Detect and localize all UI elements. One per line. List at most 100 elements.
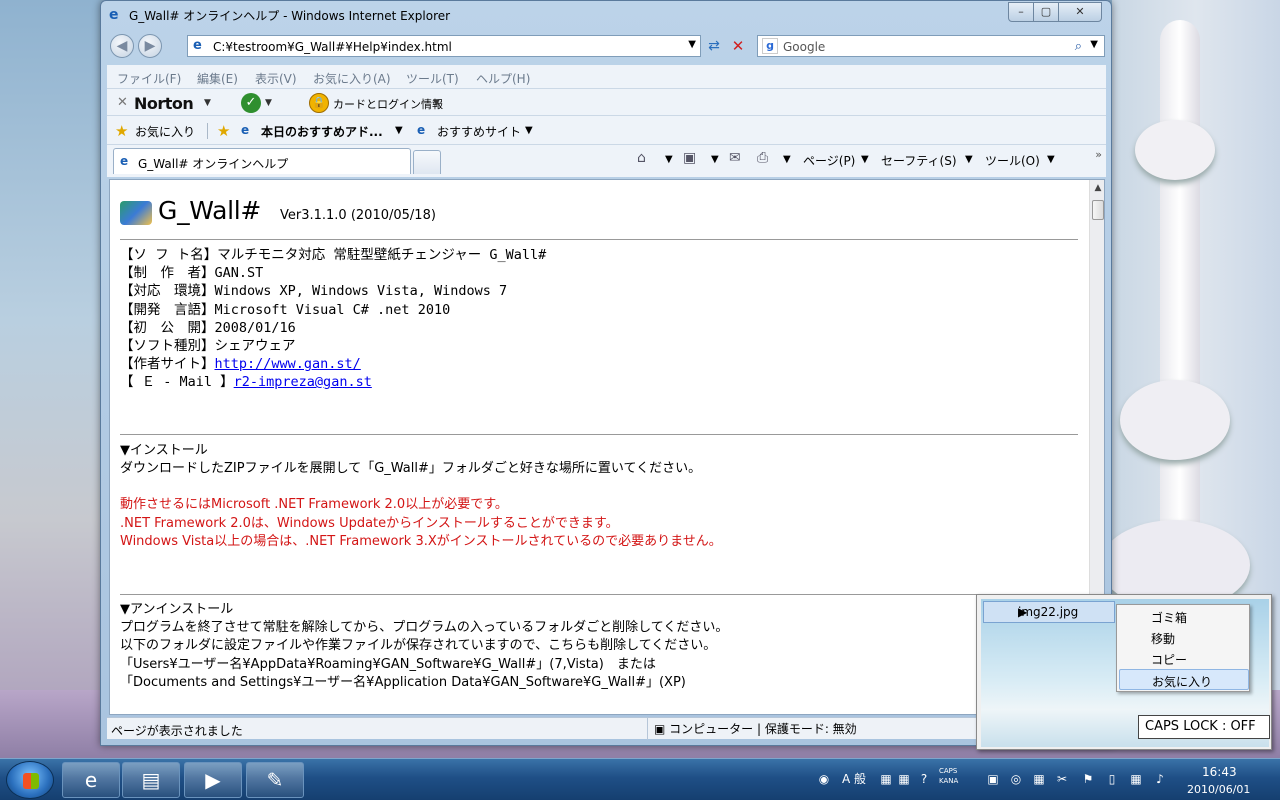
forward-button[interactable]: ▶ [138, 34, 162, 58]
taskbar-ie[interactable]: e [62, 762, 120, 798]
chevron-down-icon[interactable]: ▼ [783, 154, 791, 165]
favorites-bar: ★ お気に入り ★ e 本日のおすすめアド... ▼ e おすすめサイト ▼ [107, 117, 1106, 145]
lock-icon[interactable]: 🔒 [309, 93, 329, 113]
home-icon[interactable]: ⌂ [637, 150, 646, 166]
tray-app-icon[interactable]: ◎ [1008, 771, 1024, 787]
tab-help[interactable]: e G_Wall# オンラインヘルプ [113, 148, 411, 174]
tray-app-icon[interactable]: ▯ [1104, 771, 1120, 787]
menu-file[interactable]: ファイル(F) [117, 70, 181, 87]
mail-icon[interactable]: ✉ [729, 150, 741, 166]
window-title: G_Wall# オンラインヘルプ - Windows Internet Expl… [129, 9, 451, 23]
chevron-down-icon[interactable]: ▼ [525, 125, 533, 136]
favorites-star-icon[interactable]: ★ [115, 122, 128, 140]
chevron-down-icon[interactable]: ▼ [965, 154, 973, 165]
uninstall-section: ▼アンインストール プログラムを終了させて常駐を解除してから、プログラムの入って… [120, 601, 728, 692]
tray-app-icon[interactable]: ✂ [1054, 771, 1070, 787]
favorites-button[interactable]: お気に入り [135, 123, 195, 140]
favorite-link-addon[interactable]: 本日のおすすめアド... [261, 123, 383, 140]
clock-time[interactable]: 16:43 [1202, 765, 1237, 779]
taskbar-media-player[interactable]: ▶ [184, 762, 242, 798]
search-icon[interactable]: ⌕ [1075, 39, 1082, 54]
check-icon[interactable]: ✓ [241, 93, 261, 113]
author-site-link[interactable]: http://www.gan.st/ [215, 356, 361, 372]
stop-icon[interactable]: ✕ [727, 36, 749, 56]
tray-app-icon[interactable]: ▦ [1031, 771, 1047, 787]
norton-logo[interactable]: Norton [134, 94, 194, 113]
security-zone[interactable]: ▣ コンピューター | 保護モード: 無効 [647, 718, 857, 740]
tools-menu[interactable]: ツール(O) [985, 152, 1040, 169]
close-icon[interactable]: ✕ [117, 95, 128, 110]
chevron-down-icon[interactable]: ▼ [433, 98, 440, 108]
browser-window: e G_Wall# オンラインヘルプ - Windows Internet Ex… [100, 0, 1112, 746]
info-value: マルチモニタ対応 常駐型壁紙チェンジャー G_Wall# [217, 247, 547, 263]
scroll-up-icon[interactable]: ▲ [1090, 180, 1104, 196]
chevron-down-icon[interactable]: ▼ [1090, 39, 1098, 50]
info-value: 2008/01/16 [214, 319, 296, 336]
rss-icon[interactable]: ▣ [683, 150, 696, 166]
refresh-icon[interactable]: ⇄ [703, 36, 725, 56]
chevron-down-icon[interactable]: ▼ [688, 39, 696, 50]
safety-menu[interactable]: セーフティ(S) [881, 152, 957, 169]
taskbar-notepad[interactable]: ✎ [246, 762, 304, 798]
favorite-link-site[interactable]: おすすめサイト [437, 123, 521, 140]
menu-favorites[interactable]: お気に入り(A) [313, 70, 391, 87]
ime-indicator[interactable]: A 般 [836, 771, 872, 787]
tray-app-icon[interactable]: ▣ [985, 771, 1001, 787]
chevron-down-icon[interactable]: ▼ [711, 154, 719, 165]
menu-item-favorites[interactable]: お気に入り [1119, 669, 1249, 690]
chevron-down-icon[interactable]: ▼ [1047, 154, 1055, 165]
ie-icon: e [84, 768, 98, 792]
wallpaper-ornament [1135, 120, 1215, 180]
chevron-down-icon[interactable]: ▼ [204, 98, 211, 108]
ime-pad-icon[interactable]: ▦ [896, 771, 912, 787]
forward-arrow-icon: ▶ [144, 38, 156, 54]
add-favorite-icon[interactable]: ★ [217, 122, 230, 140]
uninstall-line: 以下のフォルダに設定ファイルや作業ファイルが保存されていますので、こちらも削除し… [120, 638, 717, 654]
chevron-down-icon[interactable]: ▼ [861, 154, 869, 165]
help-icon[interactable]: ? [916, 771, 932, 787]
ime-tool-icon[interactable]: ▦ [878, 771, 894, 787]
search-box[interactable]: g Google ⌕ ▼ [757, 35, 1105, 57]
menu-tools[interactable]: ツール(T) [406, 70, 459, 87]
info-label: 【ソ フ ト名】 [120, 247, 218, 263]
ie-page-icon: e [193, 38, 202, 53]
print-icon[interactable]: ⎙ [757, 150, 768, 166]
close-button[interactable]: ✕ [1058, 2, 1102, 22]
start-button[interactable] [6, 761, 54, 799]
caps-label: CAPS [939, 767, 958, 775]
search-input[interactable]: Google [783, 40, 825, 54]
info-row: 【対応 環境】Windows XP, Windows Vista, Window… [120, 282, 546, 300]
scroll-thumb[interactable] [1092, 200, 1104, 220]
menu-view[interactable]: 表示(V) [255, 70, 297, 87]
address-text[interactable]: C:¥testroom¥G_Wall#¥Help¥index.html [213, 40, 452, 54]
email-link[interactable]: r2-impreza@gan.st [234, 374, 372, 390]
network-icon[interactable]: ▦ [1128, 771, 1144, 787]
more-chevron-icon[interactable]: » [1095, 148, 1102, 161]
volume-icon[interactable]: ♪ [1152, 771, 1168, 787]
file-menu-item[interactable]: img22.jpg ▶ [983, 601, 1115, 623]
minimize-button[interactable]: – [1008, 2, 1034, 22]
title-bar[interactable]: e G_Wall# オンラインヘルプ - Windows Internet Ex… [101, 1, 1111, 29]
computer-icon: ▣ [654, 722, 670, 736]
address-bar[interactable]: e C:¥testroom¥G_Wall#¥Help¥index.html ▼ [187, 35, 701, 57]
ie-icon: e [109, 7, 119, 23]
menu-item-move[interactable]: 移動 [1119, 627, 1249, 648]
page-menu[interactable]: ページ(P) [803, 152, 855, 169]
back-button[interactable]: ◀ [110, 34, 134, 58]
menu-item-copy[interactable]: コピー [1119, 648, 1249, 669]
menu-edit[interactable]: 編集(E) [197, 70, 238, 87]
maximize-button[interactable]: ▢ [1033, 2, 1059, 22]
clock-date[interactable]: 2010/06/01 [1187, 783, 1250, 796]
norton-card-button[interactable]: カードとログイン情報 [333, 96, 443, 112]
info-row: 【 Ｅ - Mail 】r2-impreza@gan.st [120, 373, 546, 391]
new-tab-button[interactable] [413, 150, 441, 174]
chevron-down-icon[interactable]: ▼ [665, 154, 673, 165]
chevron-down-icon[interactable]: ▼ [395, 125, 403, 136]
action-center-flag-icon[interactable]: ⚑ [1080, 771, 1096, 787]
taskbar-explorer[interactable]: ▤ [122, 762, 180, 798]
chevron-down-icon[interactable]: ▼ [265, 98, 272, 108]
info-label: 【制 作 者】 [120, 265, 215, 282]
menu-item-trash[interactable]: ゴミ箱 [1119, 606, 1249, 627]
menu-help[interactable]: ヘルプ(H) [476, 70, 530, 87]
norton-tray-icon[interactable]: ◉ [816, 771, 832, 787]
